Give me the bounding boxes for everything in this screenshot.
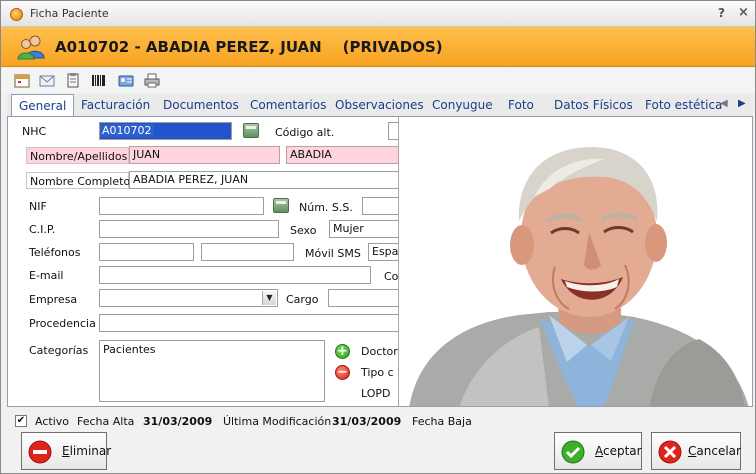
cip-label: C.I.P. bbox=[29, 223, 56, 236]
email-label: E-mail bbox=[29, 269, 64, 282]
aceptar-button[interactable]: Aceptar bbox=[554, 432, 642, 470]
general-panel: NHC A010702 Código alt. Nombre/Apellidos… bbox=[7, 116, 753, 407]
nhc-label: NHC bbox=[22, 125, 47, 138]
tab-general[interactable]: General bbox=[11, 94, 75, 117]
procedencia-input[interactable] bbox=[99, 314, 402, 332]
eliminar-button[interactable]: Eliminar bbox=[21, 432, 111, 470]
tab-scroll-right-icon[interactable]: ▶ bbox=[738, 98, 746, 109]
activo-label: Activo bbox=[35, 415, 69, 428]
title-bar: Ficha Paciente ? × bbox=[1, 1, 755, 27]
categorias-label: Categorías bbox=[29, 344, 89, 357]
delete-icon bbox=[28, 440, 52, 464]
app-icon bbox=[10, 8, 23, 21]
close-button[interactable]: × bbox=[738, 5, 749, 20]
barcode-icon[interactable] bbox=[91, 73, 107, 88]
patient-header: A010702 - ABADIA PEREZ, JUAN (PRIVADOS) bbox=[1, 27, 755, 67]
tab-datos-fisicos[interactable]: Datos Físicos bbox=[547, 96, 640, 116]
mail-icon[interactable] bbox=[39, 73, 55, 88]
lopd-label: LOPD bbox=[361, 387, 391, 400]
categorias-list[interactable]: Pacientes bbox=[99, 340, 325, 402]
nif-input[interactable] bbox=[99, 197, 264, 215]
add-doctor-icon[interactable]: + bbox=[335, 344, 350, 359]
patient-title: A010702 - ABADIA PEREZ, JUAN (PRIVADOS) bbox=[55, 38, 443, 56]
tab-foto[interactable]: Foto bbox=[501, 96, 541, 116]
patient-photo-image bbox=[399, 117, 752, 406]
chevron-down-icon[interactable]: ▼ bbox=[262, 291, 276, 305]
toolbar bbox=[1, 68, 755, 92]
nif-calculator-icon[interactable] bbox=[273, 198, 289, 213]
cancel-icon bbox=[658, 440, 682, 464]
codigo-alt-label: Código alt. bbox=[275, 126, 335, 139]
nombre-input[interactable]: JUAN bbox=[129, 146, 280, 164]
co-label: Co bbox=[384, 270, 399, 283]
aceptar-label: Aceptar bbox=[595, 444, 642, 458]
tab-bar: General Facturación Documentos Comentari… bbox=[7, 94, 753, 117]
fecha-alta-value: 31/03/2009 bbox=[143, 415, 213, 428]
window-title: Ficha Paciente bbox=[30, 7, 109, 20]
tab-documentos[interactable]: Documentos bbox=[156, 96, 246, 116]
empresa-select[interactable]: ▼ bbox=[99, 289, 278, 307]
clipboard-icon[interactable] bbox=[65, 73, 81, 88]
eliminar-label: Eliminar bbox=[62, 444, 112, 458]
movil-sms-label: Móvil SMS bbox=[305, 247, 361, 260]
check-icon bbox=[561, 440, 585, 464]
telefono1-input[interactable] bbox=[99, 243, 194, 261]
procedencia-label: Procedencia bbox=[29, 317, 96, 330]
ultima-modificacion-label: Última Modificación bbox=[223, 415, 332, 428]
tab-observaciones[interactable]: Observaciones bbox=[328, 96, 431, 116]
telefonos-label: Teléfonos bbox=[29, 246, 81, 259]
cargo-label: Cargo bbox=[286, 293, 319, 306]
patient-photo[interactable] bbox=[398, 117, 752, 406]
apellido1-input[interactable]: ABADIA bbox=[286, 146, 402, 164]
printer-icon[interactable] bbox=[144, 73, 160, 88]
tab-comentarios[interactable]: Comentarios bbox=[243, 96, 333, 116]
calendar-icon[interactable] bbox=[14, 73, 30, 88]
calculator-icon[interactable] bbox=[243, 123, 259, 138]
num-ss-label: Núm. S.S. bbox=[299, 201, 353, 214]
patient-window: Ficha Paciente ? × A010702 - ABADIA PERE… bbox=[0, 0, 756, 474]
nhc-value: A010702 bbox=[100, 124, 154, 137]
tipo-label: Tipo c bbox=[361, 366, 394, 379]
cargo-input[interactable] bbox=[328, 289, 402, 307]
fecha-baja-label: Fecha Baja bbox=[412, 415, 472, 428]
nombre-completo-input[interactable]: ABADIA PEREZ, JUAN bbox=[129, 171, 402, 189]
tab-scroll-left-icon[interactable]: ◀ bbox=[720, 98, 728, 109]
telefono2-input[interactable] bbox=[201, 243, 294, 261]
tab-conyugue[interactable]: Conyugue bbox=[425, 96, 500, 116]
fecha-alta-label: Fecha Alta bbox=[77, 415, 135, 428]
cancelar-button[interactable]: Cancelar bbox=[651, 432, 741, 470]
nombre-apellidos-label: Nombre/Apellidos bbox=[26, 147, 129, 164]
empresa-label: Empresa bbox=[29, 293, 78, 306]
cip-input[interactable] bbox=[99, 220, 279, 238]
cancelar-label: Cancelar bbox=[688, 444, 741, 458]
ultima-modificacion-value: 31/03/2009 bbox=[332, 415, 402, 428]
status-bar: ✔ Activo Fecha Alta 31/03/2009 Última Mo… bbox=[1, 409, 755, 433]
sexo-select[interactable]: Mujer bbox=[329, 220, 402, 238]
num-ss-input[interactable] bbox=[362, 197, 402, 215]
remove-tipo-icon[interactable]: − bbox=[335, 365, 350, 380]
sexo-label: Sexo bbox=[290, 224, 317, 237]
tab-foto-estetica[interactable]: Foto estética bbox=[638, 96, 729, 116]
id-card-icon[interactable] bbox=[118, 73, 134, 88]
users-icon bbox=[17, 35, 45, 60]
movil-sms-input[interactable]: Espa bbox=[368, 243, 402, 261]
email-input[interactable] bbox=[99, 266, 371, 284]
nhc-input[interactable]: A010702 bbox=[99, 122, 232, 140]
nif-label: NIF bbox=[29, 200, 47, 213]
nombre-completo-label: Nombre Completo bbox=[26, 172, 130, 189]
activo-checkbox[interactable]: ✔ bbox=[15, 415, 27, 427]
doctor-label: Doctor bbox=[361, 345, 398, 358]
help-button[interactable]: ? bbox=[718, 6, 725, 20]
tab-facturacion[interactable]: Facturación bbox=[74, 96, 157, 116]
